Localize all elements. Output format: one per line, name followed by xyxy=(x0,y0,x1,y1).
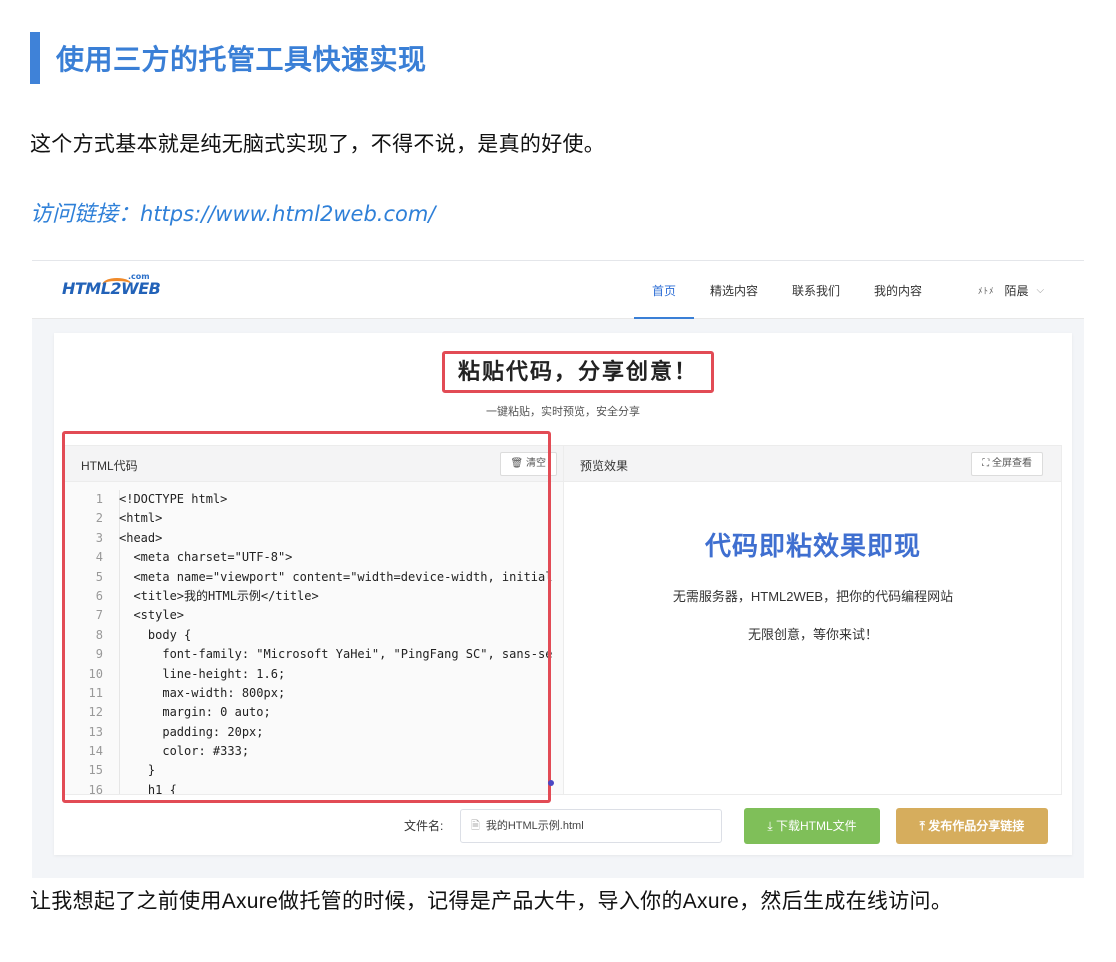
filename-value: 我的HTML示例.html xyxy=(485,820,584,832)
preview-pane: 预览效果 ⛶ 全屏查看 代码即粘效果即现 无需服务器，HTML2WEB，把你的代… xyxy=(564,445,1062,795)
nav-item-contact[interactable]: 联系我们 xyxy=(792,261,840,319)
file-bar: 文件名: 🗎 我的HTML示例.html ⤓ 下载HTML文件 ⤒ 发布作品分享链… xyxy=(54,795,1072,855)
hero-subtitle: 一键粘贴，实时预览，安全分享 xyxy=(486,406,640,418)
editor-highlight-box xyxy=(62,431,551,803)
resize-handle[interactable] xyxy=(548,780,554,786)
site-link[interactable]: https://www.html2web.com/ xyxy=(140,202,435,226)
preview-title: 预览效果 xyxy=(580,459,629,473)
hero-title: 粘贴代码，分享创意！ xyxy=(442,351,714,393)
chevron-down-icon: ⌵ xyxy=(1036,284,1045,296)
embedded-screenshot: .com HTML2WEB 首页 精选内容 联系我们 我的内容 ﾒﾄﾒ 陌晨 ⌵… xyxy=(32,260,1084,878)
file-icon: 🗎 xyxy=(471,820,480,832)
top-nav: .com HTML2WEB 首页 精选内容 联系我们 我的内容 ﾒﾄﾒ 陌晨 ⌵ xyxy=(32,261,1084,319)
preview-header: 预览效果 ⛶ 全屏查看 xyxy=(564,446,1061,482)
download-html-button[interactable]: ⤓ 下载HTML文件 xyxy=(744,808,880,844)
nav-item-featured[interactable]: 精选内容 xyxy=(710,261,758,319)
nav-item-my-content[interactable]: 我的内容 xyxy=(874,261,922,319)
fullscreen-button[interactable]: ⛶ 全屏查看 xyxy=(971,452,1043,476)
article-intro: 这个方式基本就是纯无脑式实现了，不得不说，是真的好使。 xyxy=(30,133,606,156)
publish-share-button[interactable]: ⤒ 发布作品分享链接 xyxy=(896,808,1048,844)
site-logo[interactable]: .com HTML2WEB xyxy=(62,272,161,302)
preview-line-1: 无需服务器，HTML2WEB，把你的代码编程网站 xyxy=(672,589,954,604)
main-card: 粘贴代码，分享创意！ 一键粘贴，实时预览，安全分享 HTML代码 🗑 清空 1 <… xyxy=(54,333,1072,855)
link-label: 访问链接： xyxy=(30,201,141,226)
user-menu[interactable]: ﾒﾄﾒ 陌晨 ⌵ xyxy=(978,261,1044,319)
article-heading: 使用三方的托管工具快速实现 xyxy=(30,32,427,84)
preview-headline: 代码即粘效果即现 xyxy=(704,531,921,561)
user-icon: ﾒﾄﾒ xyxy=(978,285,995,296)
nav-item-home[interactable]: 首页 xyxy=(633,261,695,319)
filename-input[interactable]: 🗎 我的HTML示例.html xyxy=(460,809,722,843)
filename-label: 文件名: xyxy=(404,819,444,833)
user-name: 陌晨 xyxy=(1004,283,1029,298)
link-line: 访问链接：https://www.html2web.com/ xyxy=(30,196,435,228)
nav-menu: 首页 精选内容 联系我们 我的内容 xyxy=(633,261,956,319)
preview-line-2: 无限创意，等你来试！ xyxy=(747,627,878,642)
logo-text: HTML2WEB xyxy=(62,279,161,298)
article-heading-text: 使用三方的托管工具快速实现 xyxy=(56,44,427,75)
article-outro: 让我想起了之前使用Axure做托管的时候，记得是产品大牛，导入你的Axure，然… xyxy=(30,890,953,913)
heading-accent-bar xyxy=(30,32,40,84)
